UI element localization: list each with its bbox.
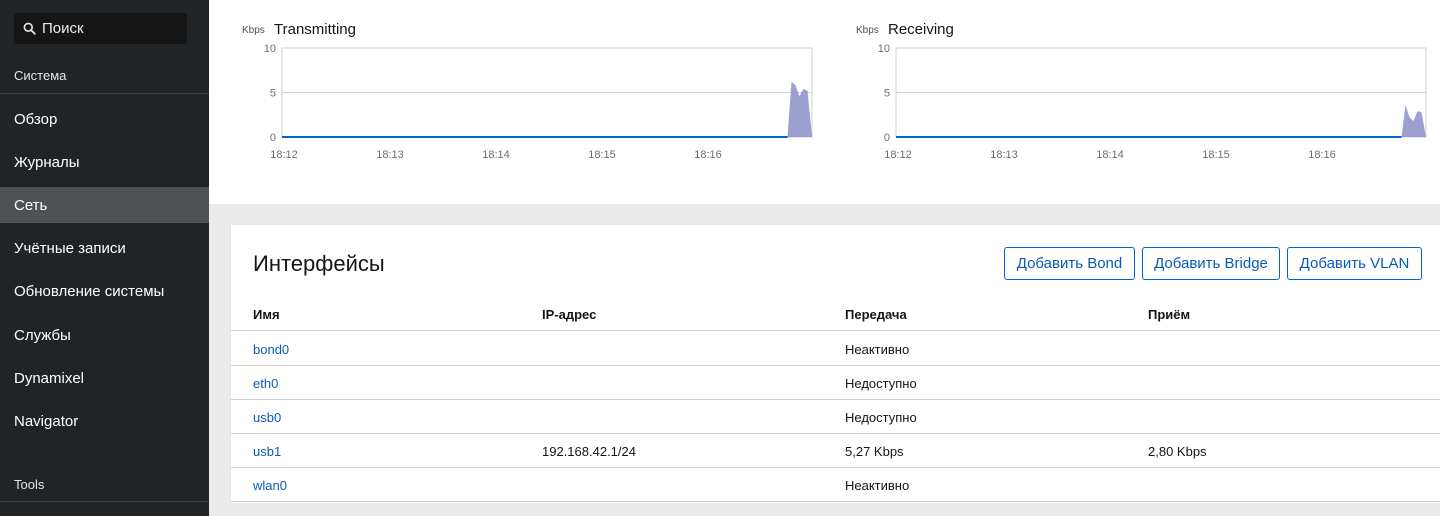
network-graphs: Kbps Transmitting 0 5 10 18:12 18:13 18:14 18:… [209, 0, 1440, 204]
interface-name-link[interactable]: eth0 [253, 376, 278, 391]
x-tick-label: 18:15 [588, 149, 616, 161]
sidebar-group-tools: Tools [14, 477, 45, 492]
interfaces-table-header: Имя IP-адрес Передача Приём [231, 303, 1440, 331]
interfaces-title: Интерфейсы [253, 251, 385, 276]
y-tick-label: 10 [264, 43, 276, 55]
y-tick-label: 0 [270, 132, 276, 144]
x-tick-label: 18:12 [884, 149, 912, 161]
sidebar: Поиск Система Обзор Журналы Сеть Учётные… [0, 0, 209, 516]
interface-name-link[interactable]: usb0 [253, 410, 281, 425]
transmitting-chart: Kbps Transmitting 0 5 10 18:12 18:13 18:14 18:… [242, 0, 822, 180]
series-area [282, 81, 812, 137]
series-area [896, 105, 1426, 137]
interface-tx: Недоступно [845, 376, 917, 391]
x-tick-label: 18:16 [1308, 149, 1336, 161]
y-tick-label: 10 [878, 43, 890, 55]
y-tick-label: 5 [884, 88, 890, 100]
interface-name-link[interactable]: usb1 [253, 444, 281, 459]
add-bond-button[interactable]: Добавить Bond [1004, 247, 1135, 280]
column-name[interactable]: Имя [253, 307, 280, 322]
x-tick-label: 18:14 [482, 149, 510, 161]
sidebar-item-services[interactable]: Службы [0, 317, 209, 353]
search-icon [23, 22, 36, 35]
column-ip-address[interactable]: IP-адрес [542, 307, 596, 322]
table-row[interactable]: usb1 192.168.42.1/24 5,27 Kbps 2,80 Kbps [231, 434, 1440, 468]
sidebar-item-accounts[interactable]: Учётные записи [0, 230, 209, 266]
table-row[interactable]: eth0 Недоступно [231, 366, 1440, 400]
search-input[interactable]: Поиск [42, 20, 84, 37]
search-box[interactable]: Поиск [14, 13, 187, 44]
sidebar-item-navigator[interactable]: Navigator [0, 403, 209, 439]
add-vlan-button[interactable]: Добавить VLAN [1287, 247, 1422, 280]
interface-name-link[interactable]: wlan0 [253, 478, 287, 493]
interface-name-link[interactable]: bond0 [253, 342, 289, 357]
sidebar-item-network[interactable]: Сеть [0, 187, 209, 223]
interfaces-card: Интерфейсы Добавить Bond Добавить Bridge… [230, 225, 1440, 503]
sidebar-divider [0, 501, 209, 502]
column-transmitting[interactable]: Передача [845, 307, 907, 322]
table-row[interactable]: bond0 Неактивно [231, 332, 1440, 366]
table-row[interactable]: usb0 Недоступно [231, 400, 1440, 434]
x-tick-label: 18:13 [990, 149, 1018, 161]
interface-rx: 2,80 Kbps [1148, 444, 1207, 459]
sidebar-item-logs[interactable]: Журналы [0, 144, 209, 180]
table-row[interactable]: wlan0 Неактивно [231, 468, 1440, 502]
sidebar-item-software-updates[interactable]: Обновление системы [0, 273, 209, 309]
interface-tx: Недоступно [845, 410, 917, 425]
interface-ip: 192.168.42.1/24 [542, 444, 636, 459]
x-tick-label: 18:15 [1202, 149, 1230, 161]
x-tick-label: 18:16 [694, 149, 722, 161]
y-tick-label: 0 [884, 132, 890, 144]
x-tick-label: 18:14 [1096, 149, 1124, 161]
interface-tx: Неактивно [845, 478, 910, 493]
x-tick-label: 18:13 [376, 149, 404, 161]
add-bridge-button[interactable]: Добавить Bridge [1142, 247, 1280, 280]
interface-tx: Неактивно [845, 342, 910, 357]
sidebar-group-system: Система [14, 68, 67, 83]
sidebar-item-overview[interactable]: Обзор [0, 101, 209, 137]
sidebar-item-dynamixel[interactable]: Dynamixel [0, 360, 209, 396]
column-receiving[interactable]: Приём [1148, 307, 1190, 322]
interface-tx: 5,27 Kbps [845, 444, 904, 459]
x-tick-label: 18:12 [270, 149, 298, 161]
receiving-chart: Kbps Receiving 0 5 10 18:12 18:13 18:14 18:15 1… [856, 0, 1436, 180]
transmitting-chart-plot: 0 5 10 18:12 18:13 18:14 18:15 18:16 [264, 43, 813, 161]
receiving-chart-plot: 0 5 10 18:12 18:13 18:14 18:15 18:16 [878, 43, 1427, 161]
y-tick-label: 5 [270, 88, 276, 100]
sidebar-divider [0, 93, 209, 94]
